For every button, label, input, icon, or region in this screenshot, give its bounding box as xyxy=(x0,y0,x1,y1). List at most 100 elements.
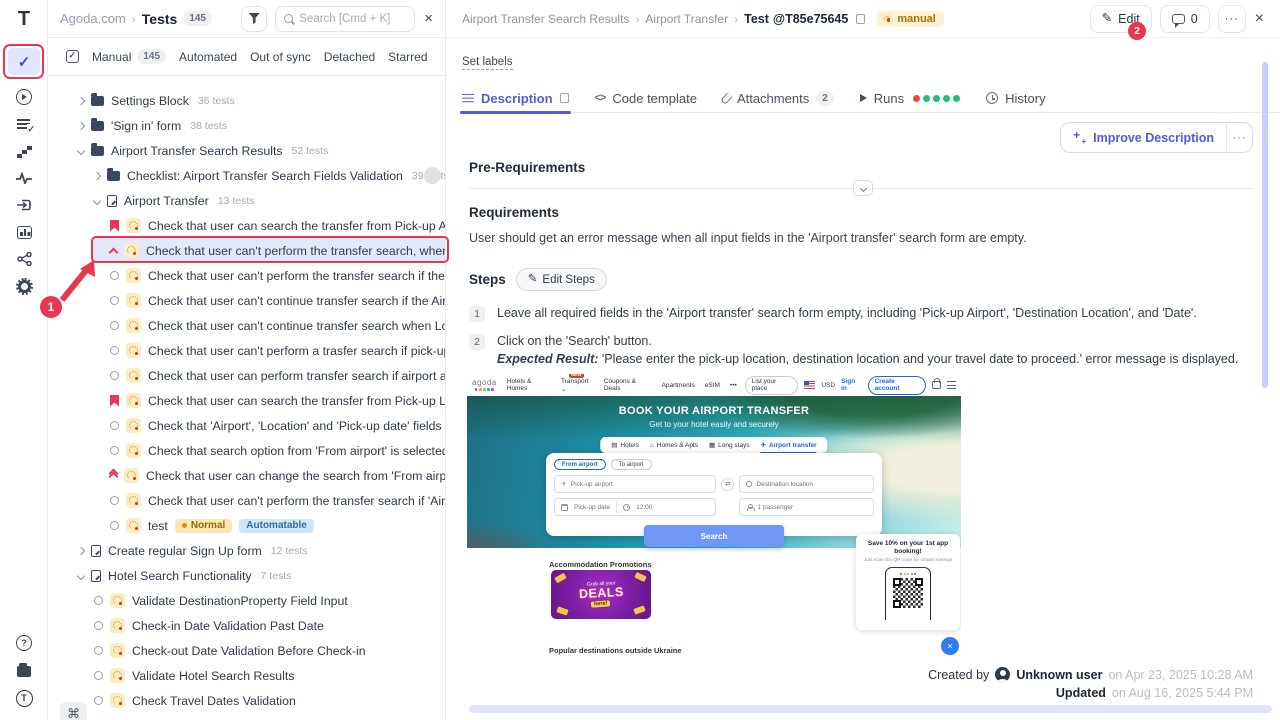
list-your-place-button[interactable]: List your place xyxy=(745,376,799,395)
breadcrumb-suite[interactable]: Airport Transfer Search Results xyxy=(462,12,629,26)
chevron-right-icon[interactable] xyxy=(77,546,85,554)
tree-suite-row[interactable]: 'Sign in' form38 tests xyxy=(48,113,445,138)
swap-direction-button[interactable]: ⇄ xyxy=(721,478,734,491)
tree-test-row[interactable]: Check that user can search the transfer … xyxy=(48,388,445,413)
create-account-button[interactable]: Create account xyxy=(868,376,926,395)
cart-icon[interactable] xyxy=(932,381,941,389)
sidebar-item-import[interactable] xyxy=(0,195,48,215)
promo-close-button[interactable]: × xyxy=(941,637,959,655)
tree-suite-row[interactable]: Airport Transfer13 tests xyxy=(48,188,445,213)
bulk-select-icon[interactable] xyxy=(66,50,79,63)
tree-test-row[interactable]: Check that 'Airport', 'Location' and 'Pi… xyxy=(48,413,445,438)
search-tab-hotels[interactable]: ▤Hotels xyxy=(611,441,639,449)
agoda-nav-item[interactable]: Coupons & Deals xyxy=(604,378,652,392)
vertical-scrollbar[interactable] xyxy=(1262,62,1268,388)
tab-attachments[interactable]: Attachments 2 xyxy=(723,84,834,113)
copy-description-icon[interactable] xyxy=(560,93,569,103)
tree-test-row[interactable]: Check Travel Dates Validation xyxy=(48,688,445,713)
tab-history[interactable]: History xyxy=(986,84,1045,113)
agoda-nav-item[interactable]: ••• xyxy=(730,382,737,389)
close-detail-button[interactable]: × xyxy=(1255,11,1264,27)
tree-test-row[interactable]: Check that user can change the search fr… xyxy=(48,463,445,488)
sidebar-item-runs[interactable] xyxy=(0,87,48,107)
copy-test-id-icon[interactable] xyxy=(856,14,865,24)
keyboard-shortcuts-button[interactable]: ⌘ xyxy=(60,702,87,720)
tree-test-row[interactable]: Validate DestinationProperty Field Input xyxy=(48,588,445,613)
agoda-nav-item[interactable]: Hotels & Homes xyxy=(507,378,551,392)
search-input[interactable] xyxy=(299,13,399,25)
search-box[interactable] xyxy=(275,6,415,32)
sign-in-link[interactable]: Sign in xyxy=(841,378,861,392)
tree-suite-row[interactable]: Settings Block36 tests xyxy=(48,88,445,113)
tree-test-row[interactable]: Check that user can't perform a trasfer … xyxy=(48,338,445,363)
chevron-down-icon[interactable] xyxy=(77,571,85,579)
tree-test-row[interactable]: Validate Hotel Search Results xyxy=(48,663,445,688)
sidebar-item-settings[interactable] xyxy=(0,276,48,296)
chevron-down-icon[interactable] xyxy=(77,146,85,154)
trip-type-from-airport[interactable]: From airport xyxy=(554,459,606,470)
tab-description[interactable]: Description xyxy=(462,84,569,113)
tree-suite-row[interactable]: Create regular Sign Up form12 tests xyxy=(48,538,445,563)
tree-suite-row[interactable]: Airport Transfer Search Results52 tests xyxy=(48,138,445,163)
sidebar-item-tests[interactable]: ✓ xyxy=(8,48,40,75)
agoda-nav-item[interactable]: TransportNEW ⌄ xyxy=(561,378,594,393)
tree-test-row[interactable]: Check-in Date Validation Past Date xyxy=(48,613,445,638)
sidebar-item-help[interactable]: ? xyxy=(0,633,48,653)
filter-button[interactable] xyxy=(241,6,267,32)
attached-screenshot[interactable]: agoda Hotels & HomesTransportNEW ⌄Coupon… xyxy=(467,374,961,662)
chevron-right-icon[interactable] xyxy=(77,96,85,104)
improve-description-button[interactable]: Improve Description ··· xyxy=(1060,122,1253,153)
tree-test-row[interactable]: Check that user can't continue transfer … xyxy=(48,313,445,338)
tree-test-row[interactable]: Check that user can't perform the transf… xyxy=(48,238,445,263)
filter-tab-detached[interactable]: Detached xyxy=(324,50,375,64)
horizontal-scrollbar[interactable] xyxy=(469,705,1272,713)
tree-test-row[interactable]: Check that user can search the transfer … xyxy=(48,213,445,238)
pickup-datetime-field[interactable]: Pick-up date 12:00 xyxy=(554,498,716,516)
filter-tab-out-of-sync[interactable]: Out of sync xyxy=(250,50,311,64)
sidebar-item-activity[interactable] xyxy=(0,168,48,188)
improve-more-button[interactable]: ··· xyxy=(1226,123,1252,152)
tree-test-row[interactable]: testNormalAutomatable xyxy=(48,513,445,538)
tree-suite-row[interactable]: Checklist: Airport Transfer Search Field… xyxy=(48,163,445,188)
sidebar-item-steps[interactable] xyxy=(0,141,48,161)
filter-tab-manual[interactable]: Manual145 xyxy=(92,49,166,64)
breadcrumb-project[interactable]: Agoda.com xyxy=(60,11,126,26)
close-search-button[interactable]: × xyxy=(424,11,433,26)
search-tab-airport-transfer[interactable]: ✈Airport transfer xyxy=(761,441,817,449)
set-labels-link[interactable]: Set labels xyxy=(462,56,513,70)
sidebar-item-integrations[interactable] xyxy=(0,249,48,269)
sidebar-item-profile[interactable]: T xyxy=(0,688,48,708)
chevron-right-icon[interactable] xyxy=(77,121,85,129)
edit-steps-button[interactable]: ✎Edit Steps xyxy=(516,268,607,291)
sidebar-item-docs[interactable] xyxy=(0,661,48,681)
chevron-right-icon[interactable] xyxy=(93,171,101,179)
deals-banner[interactable]: Grab all your DEALS here! xyxy=(551,570,651,619)
currency-selector[interactable]: USD xyxy=(821,382,835,389)
tab-code-template[interactable]: <> Code template xyxy=(595,84,697,113)
app-logo[interactable]: T xyxy=(0,8,48,31)
tree-suite-row[interactable]: Hotel Search Functionality7 tests xyxy=(48,563,445,588)
agoda-nav-item[interactable]: eSIM xyxy=(705,382,720,389)
chevron-down-icon[interactable] xyxy=(93,196,101,204)
tree-test-row[interactable]: Check that user can't perform the transf… xyxy=(48,488,445,513)
agoda-nav-item[interactable]: Apartments xyxy=(662,382,695,389)
tree-test-row[interactable]: Check that user can't perform the transf… xyxy=(48,263,445,288)
search-tab-long-stays[interactable]: ▦Long stays xyxy=(709,441,750,449)
trip-type-to-airport[interactable]: To airport xyxy=(611,459,652,470)
filter-tab-automated[interactable]: Automated xyxy=(179,50,237,64)
destination-field[interactable]: Destination location xyxy=(739,475,874,493)
menu-icon[interactable] xyxy=(947,381,956,389)
collapse-toggle-button[interactable] xyxy=(853,180,873,196)
breadcrumb-subsuite[interactable]: Airport Transfer xyxy=(645,12,728,26)
tree-test-row[interactable]: Check that user can perform transfer sea… xyxy=(48,363,445,388)
comments-button[interactable]: 0 xyxy=(1160,5,1210,33)
us-flag-icon[interactable] xyxy=(804,381,815,389)
sidebar-item-analytics[interactable] xyxy=(0,222,48,242)
passengers-field[interactable]: 1 passenger xyxy=(739,498,874,516)
sidebar-item-plans[interactable] xyxy=(0,114,48,134)
tree-test-row[interactable]: Check that search option from 'From airp… xyxy=(48,438,445,463)
tree-test-row[interactable]: Check-out Date Validation Before Check-i… xyxy=(48,638,445,663)
tree-test-row[interactable]: Check that user can't continue transfer … xyxy=(48,288,445,313)
more-actions-button[interactable]: ··· xyxy=(1218,5,1246,33)
tab-runs[interactable]: Runs xyxy=(860,84,960,113)
